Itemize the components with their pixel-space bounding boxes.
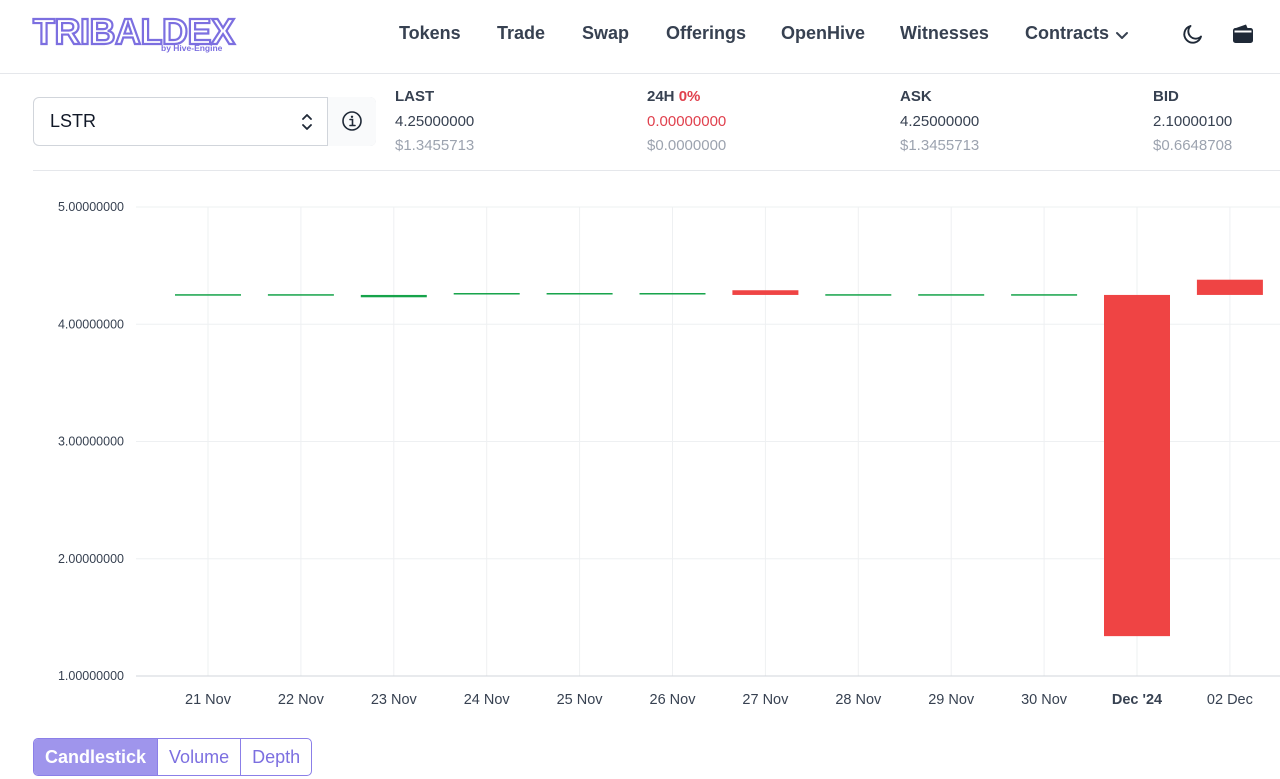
nav-witnesses[interactable]: Witnesses bbox=[900, 23, 989, 44]
moon-icon[interactable] bbox=[1181, 22, 1205, 46]
info-icon bbox=[342, 111, 362, 131]
candle bbox=[1011, 294, 1078, 296]
stat-last-usd: $1.3455713 bbox=[395, 137, 475, 154]
tab-depth[interactable]: Depth bbox=[241, 739, 311, 775]
token-select[interactable]: LSTR bbox=[33, 97, 376, 146]
tab-volume[interactable]: Volume bbox=[158, 739, 242, 775]
nav-tokens[interactable]: Tokens bbox=[399, 23, 461, 44]
stat-24h-usd: $0.0000000 bbox=[647, 137, 727, 154]
x-tick-label: 02 Dec bbox=[1207, 692, 1253, 708]
wallet-icon[interactable] bbox=[1231, 22, 1255, 46]
chart-type-tabs: Candlestick Volume Depth bbox=[33, 738, 313, 776]
stat-24h-pct: 0% bbox=[678, 88, 701, 105]
nav-contracts[interactable]: Contracts bbox=[1025, 23, 1109, 44]
y-tick-label: 5.00000000 bbox=[58, 200, 124, 214]
candle bbox=[639, 293, 706, 295]
y-tick-label: 1.00000000 bbox=[58, 669, 124, 683]
candle bbox=[1104, 294, 1170, 637]
candlestick-chart[interactable]: 5.00000000 4.00000000 3.00000000 2.00000000… bbox=[0, 180, 1280, 720]
select-updown-icon bbox=[302, 114, 312, 130]
x-tick-label: Dec '24 bbox=[1112, 692, 1162, 708]
y-tick-label: 3.00000000 bbox=[58, 435, 124, 449]
candle bbox=[1196, 279, 1263, 295]
stat-24h: 24H 0% 0.00000000 $0.0000000 bbox=[647, 88, 847, 156]
x-tick-label: 29 Nov bbox=[928, 692, 975, 708]
token-info-button[interactable] bbox=[327, 97, 376, 146]
x-tick-label: 30 Nov bbox=[1021, 692, 1068, 708]
top-navbar: TRIBALDEX by Hive-Engine Tokens Trade Sw… bbox=[0, 0, 1280, 74]
nav-offerings[interactable]: Offerings bbox=[666, 23, 746, 44]
x-tick-label: 22 Nov bbox=[278, 692, 325, 708]
stat-bid-usd: $0.6648708 bbox=[1153, 137, 1233, 154]
logo-subtitle: by Hive-Engine bbox=[161, 43, 223, 53]
tribaldex-logo[interactable]: TRIBALDEX by Hive-Engine bbox=[32, 11, 236, 57]
nav-swap[interactable]: Swap bbox=[582, 23, 629, 44]
x-tick-label: 26 Nov bbox=[650, 692, 697, 708]
candle bbox=[360, 294, 427, 298]
stat-last-label: LAST bbox=[395, 88, 435, 105]
stat-last: LAST 4.25000000 $1.3455713 bbox=[395, 88, 595, 156]
stat-24h-label-text: 24H bbox=[647, 88, 675, 105]
stat-bid-value: 2.10000100 bbox=[1153, 113, 1233, 130]
stat-bid-label: BID bbox=[1153, 88, 1179, 105]
candle bbox=[546, 293, 613, 295]
candle bbox=[918, 294, 985, 296]
stat-ask: ASK 4.25000000 $1.3455713 bbox=[900, 88, 1100, 156]
y-tick-label: 2.00000000 bbox=[58, 552, 124, 566]
x-tick-label: 25 Nov bbox=[557, 692, 604, 708]
stat-last-value: 4.25000000 bbox=[395, 113, 475, 130]
stat-ask-label: ASK bbox=[900, 88, 932, 105]
x-tick-label: 27 Nov bbox=[742, 692, 789, 708]
token-select-value: LSTR bbox=[50, 111, 97, 131]
candle bbox=[732, 290, 799, 295]
x-tick-label: 24 Nov bbox=[464, 692, 511, 708]
nav-openhive[interactable]: OpenHive bbox=[781, 23, 865, 44]
stat-24h-value: 0.00000000 bbox=[647, 113, 727, 130]
candle bbox=[453, 293, 520, 295]
candle bbox=[175, 294, 241, 296]
x-tick-label: 23 Nov bbox=[371, 692, 418, 708]
x-tick-label: 21 Nov bbox=[185, 692, 232, 708]
tab-candlestick[interactable]: Candlestick bbox=[34, 739, 159, 775]
x-tick-label: 28 Nov bbox=[835, 692, 882, 708]
stat-ask-usd: $1.3455713 bbox=[900, 137, 980, 154]
y-tick-label: 4.00000000 bbox=[58, 317, 124, 331]
candle bbox=[267, 294, 334, 296]
stat-ask-value: 4.25000000 bbox=[900, 113, 980, 130]
stat-24h-label: 24H 0% bbox=[647, 88, 847, 108]
nav-trade[interactable]: Trade bbox=[497, 23, 545, 44]
candle bbox=[825, 294, 892, 296]
chevron-down-icon[interactable] bbox=[1115, 28, 1129, 42]
stats-divider bbox=[33, 170, 1280, 171]
stat-bid: BID 2.10000100 $0.6648708 bbox=[1153, 88, 1280, 156]
